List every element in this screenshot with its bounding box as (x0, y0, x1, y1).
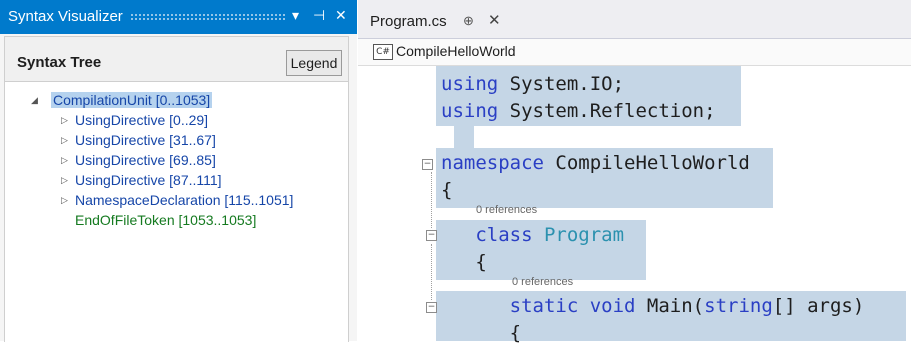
code-line: using System.Reflection; (441, 99, 716, 123)
tree-node-end-of-file-token[interactable]: EndOfFileToken [1053..1053] (75, 210, 256, 230)
navigation-namespace-dropdown[interactable]: CompileHelloWorld (396, 43, 516, 59)
code-text: System.IO; (498, 73, 625, 95)
title-bar-grip[interactable] (130, 13, 285, 21)
code-line: { (441, 178, 452, 202)
syntax-visualizer-window: Syntax Visualizer ▾ ⊣ ✕ Syntax Tree Lege… (0, 0, 357, 342)
code-line: namespace CompileHelloWorld (441, 151, 750, 175)
tool-window-title: Syntax Visualizer (8, 8, 123, 25)
collapsed-arrow-icon[interactable]: ▷ (61, 110, 68, 130)
fold-guide (431, 244, 432, 300)
tree-node-label: UsingDirective [0..29] (75, 112, 209, 128)
codelens-references[interactable]: 0 references (512, 276, 573, 288)
collapse-method-icon[interactable]: − (426, 302, 437, 313)
code-line: static void Main(string[] args) (441, 294, 865, 318)
tool-window-title-bar[interactable]: Syntax Visualizer ▾ ⊣ ✕ (0, 0, 357, 34)
code-area[interactable]: − − − using System.IO; using System.Refl… (358, 66, 911, 344)
tree-node-label: NamespaceDeclaration [115..1051] (75, 192, 294, 208)
collapsed-arrow-icon[interactable]: ▷ (61, 190, 68, 210)
keyword-token: using (441, 100, 499, 122)
close-icon[interactable]: ✕ (335, 7, 347, 24)
code-line: { (441, 321, 521, 345)
tree-node-label: CompilationUnit [0..1053] (51, 92, 213, 108)
code-editor: Program.cs ⊕ ✕ C# CompileHelloWorld − − … (358, 0, 911, 344)
tab-label: Program.cs (370, 13, 447, 30)
tab-program-cs[interactable]: Program.cs ⊕ ✕ (362, 4, 512, 38)
fold-guide (431, 172, 432, 228)
code-text: [] args) (772, 295, 865, 317)
legend-button[interactable]: Legend (286, 50, 342, 76)
tab-close-icon[interactable]: ✕ (488, 11, 501, 29)
tree-node-label: EndOfFileToken [1053..1053] (75, 212, 257, 228)
code-text: CompileHelloWorld (543, 152, 750, 174)
collapsed-arrow-icon[interactable]: ▷ (61, 170, 68, 190)
code-line: class Program (441, 223, 624, 247)
collapsed-arrow-icon[interactable]: ▷ (61, 130, 68, 150)
document-tab-bar: Program.cs ⊕ ✕ (358, 0, 911, 39)
selection-highlight (454, 126, 474, 148)
csharp-project-icon: C# (373, 44, 393, 60)
code-text: { (441, 179, 453, 201)
keyword-token: class (475, 224, 533, 246)
keyword-token: string (704, 295, 773, 317)
code-text: Main( (635, 295, 705, 317)
code-line: using System.IO; (441, 72, 624, 96)
syntax-tree-header: Syntax Tree Legend (5, 37, 348, 82)
expanded-arrow-icon[interactable]: ◢ (31, 90, 38, 110)
tree-node-using-directive[interactable]: ▷ UsingDirective [69..85] (61, 150, 216, 170)
syntax-tree-label: Syntax Tree (17, 54, 102, 71)
codelens-references[interactable]: 0 references (476, 204, 537, 216)
window-position-dropdown-icon[interactable]: ▾ (292, 7, 299, 24)
collapse-namespace-icon[interactable]: − (422, 159, 433, 170)
collapsed-arrow-icon[interactable]: ▷ (61, 150, 68, 170)
type-token: Program (532, 224, 625, 246)
tab-pin-icon[interactable]: ⊕ (463, 13, 474, 29)
code-text: { (475, 251, 487, 273)
tree-node-using-directive[interactable]: ▷ UsingDirective [87..111] (61, 170, 222, 190)
pin-icon[interactable]: ⊣ (313, 7, 325, 24)
navigation-bar[interactable]: C# CompileHelloWorld (358, 39, 911, 66)
tree-node-label: UsingDirective [69..85] (75, 152, 216, 168)
code-text: System.Reflection; (498, 100, 716, 122)
code-line: { (441, 250, 487, 274)
tree-node-label: UsingDirective [31..67] (75, 132, 216, 148)
tree-node-label: UsingDirective [87..111] (75, 172, 222, 188)
syntax-tree-panel: Syntax Tree Legend ◢ CompilationUnit [0.… (4, 36, 349, 342)
keyword-token: using (441, 73, 499, 95)
tree-node-using-directive[interactable]: ▷ UsingDirective [0..29] (61, 110, 209, 130)
keyword-token: static void (509, 295, 636, 317)
keyword-token: namespace (441, 152, 544, 174)
tree-node-compilation-unit[interactable]: ◢ CompilationUnit [0..1053] (31, 90, 213, 110)
tree-node-namespace-declaration[interactable]: ▷ NamespaceDeclaration [115..1051] (61, 190, 294, 210)
tree-node-using-directive[interactable]: ▷ UsingDirective [31..67] (61, 130, 216, 150)
collapse-class-icon[interactable]: − (426, 230, 437, 241)
